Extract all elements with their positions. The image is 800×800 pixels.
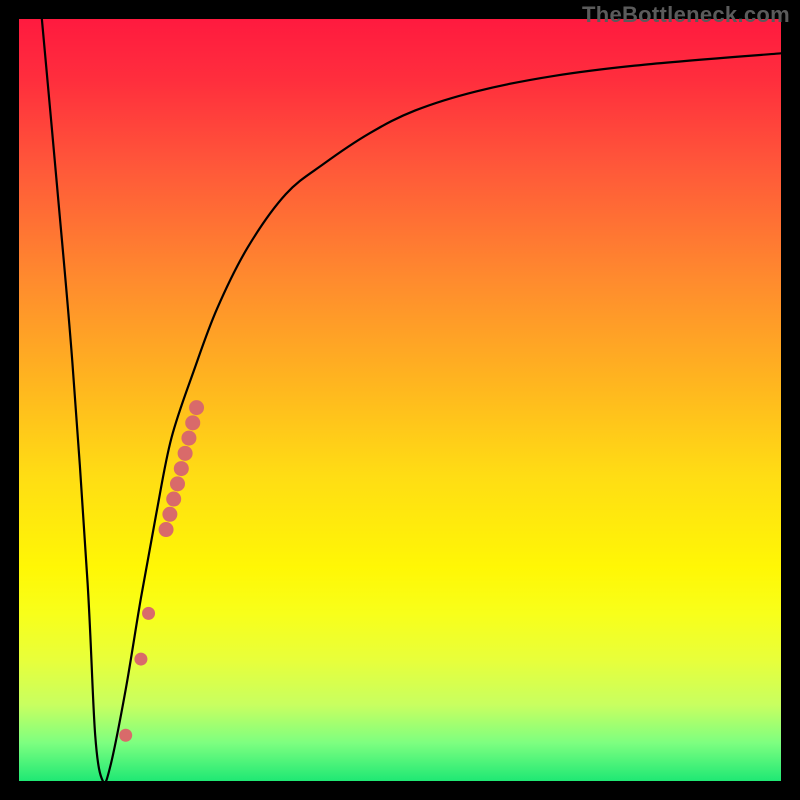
- curve-dot: [166, 492, 181, 507]
- curve-dot: [170, 476, 185, 491]
- curve-dot: [162, 507, 177, 522]
- curve-dot: [178, 446, 193, 461]
- curve-dot: [181, 431, 196, 446]
- chart-frame: TheBottleneck.com: [0, 0, 800, 800]
- curve-dot: [174, 461, 189, 476]
- curve-dot-markers: [119, 400, 204, 742]
- curve-dot: [189, 400, 204, 415]
- curve-dot: [185, 415, 200, 430]
- curve-dot: [142, 607, 155, 620]
- chart-svg: [19, 19, 781, 781]
- curve-dot: [159, 522, 174, 537]
- bottleneck-curve: [42, 19, 781, 783]
- curve-dot: [134, 653, 147, 666]
- watermark-text: TheBottleneck.com: [582, 2, 790, 28]
- curve-dot: [119, 729, 132, 742]
